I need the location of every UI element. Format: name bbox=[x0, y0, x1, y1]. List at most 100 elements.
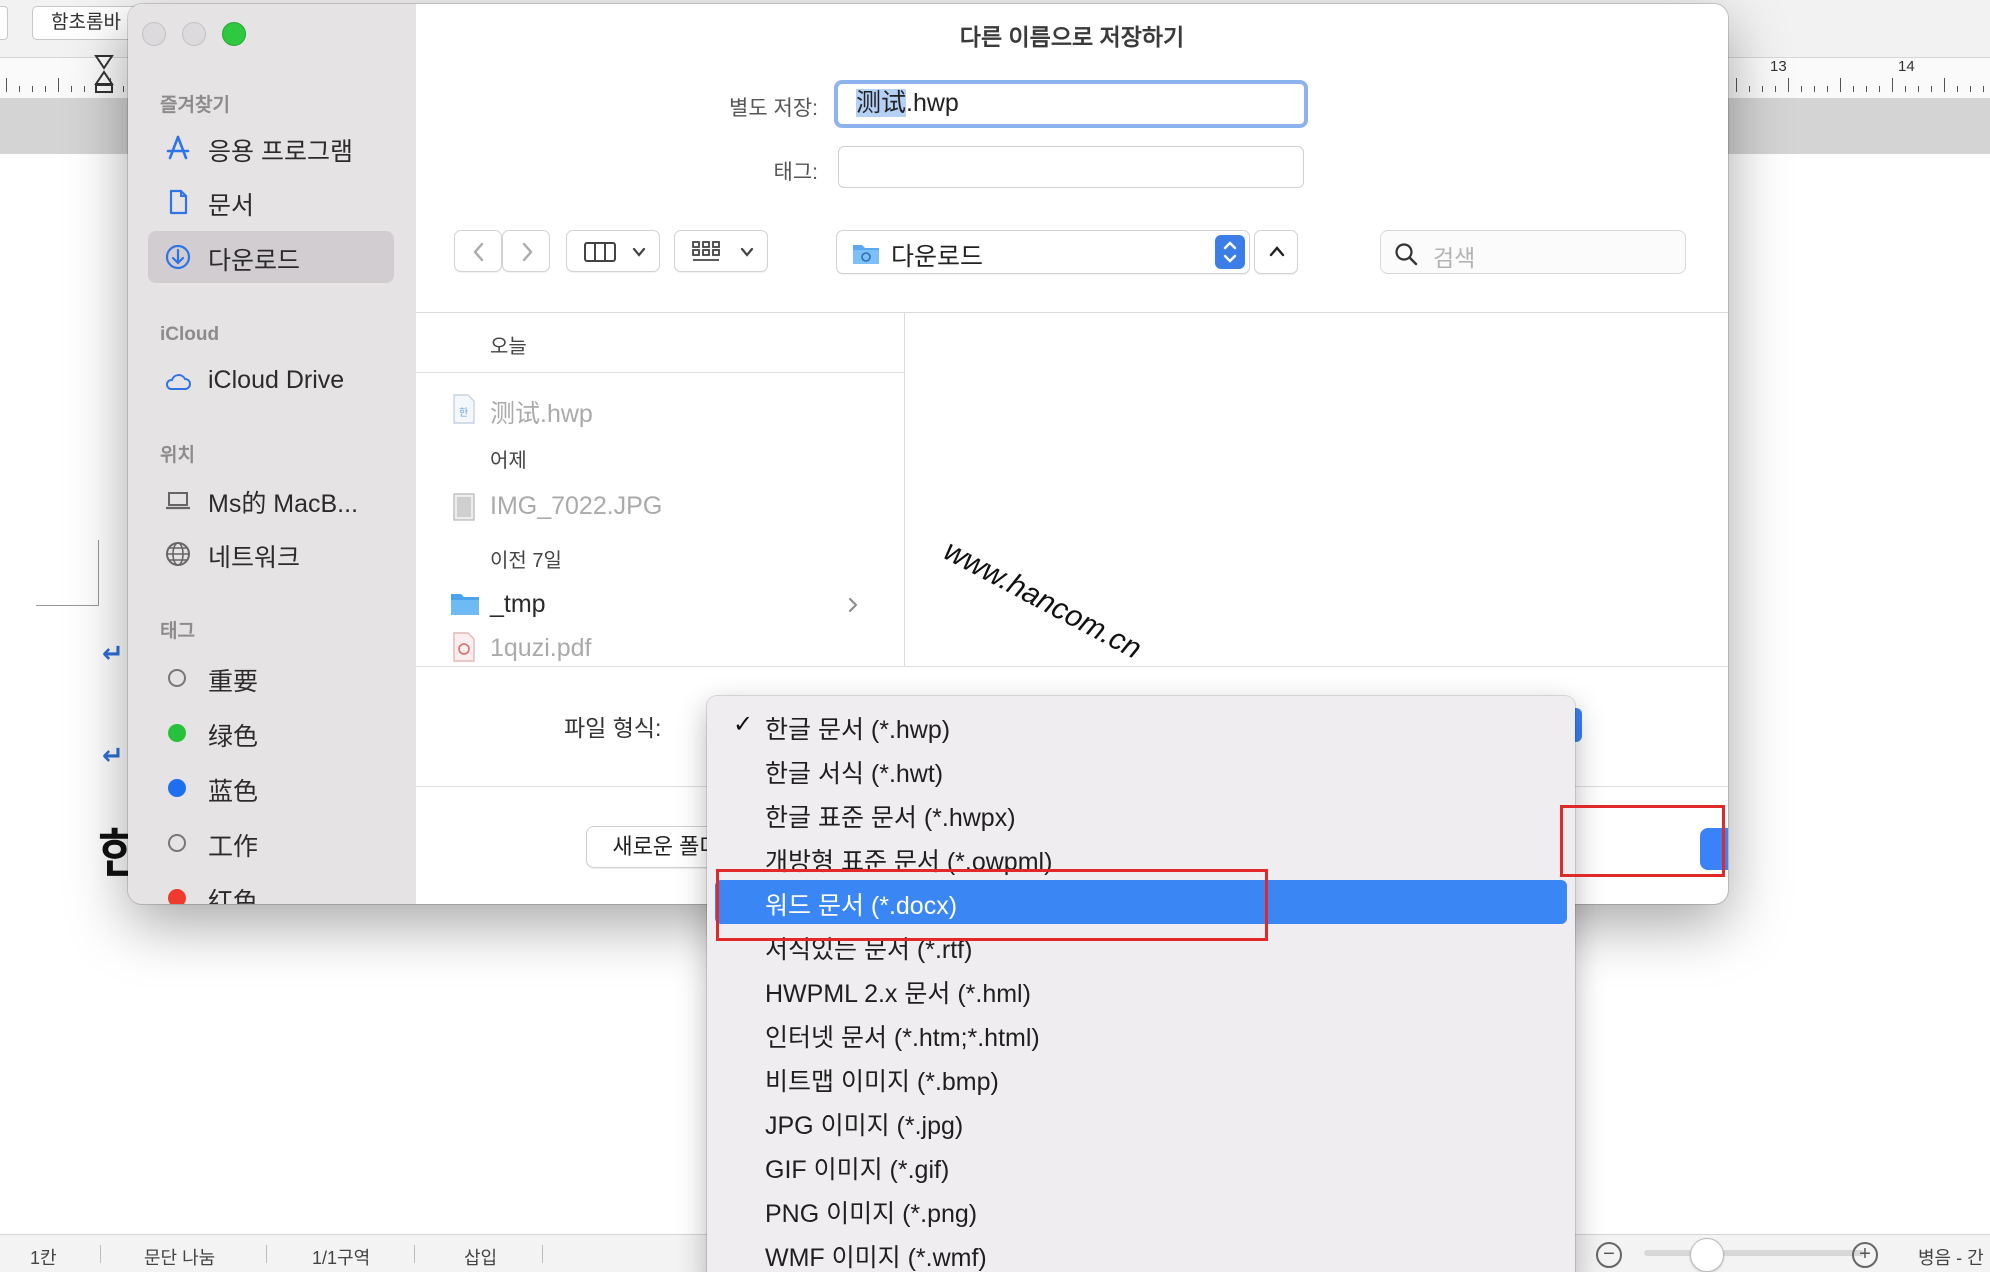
file-name: IMG_7022.JPG bbox=[490, 492, 663, 520]
format-option-label: 한글 표준 문서 (*.hwpx) bbox=[765, 804, 1016, 832]
ruler-tick bbox=[1905, 86, 1906, 92]
grid-icon bbox=[692, 241, 720, 261]
ruler-tick bbox=[1957, 86, 1958, 92]
sidebar-tag-blue[interactable]: 蓝色 bbox=[148, 762, 394, 814]
minimize-window-icon[interactable] bbox=[182, 22, 206, 46]
downloads-folder-icon bbox=[853, 245, 879, 264]
format-option[interactable]: PNG 이미지 (*.png) bbox=[715, 1188, 1567, 1232]
format-option-label: JPG 이미지 (*.jpg) bbox=[765, 1112, 964, 1140]
tags-input[interactable] bbox=[838, 146, 1304, 188]
ruler-tick bbox=[1749, 86, 1750, 92]
sidebar-item-downloads[interactable]: 다운로드 bbox=[148, 231, 394, 283]
close-window-icon[interactable] bbox=[142, 22, 166, 46]
search-field[interactable]: 검색 bbox=[1380, 230, 1686, 274]
ruler-tick bbox=[1736, 78, 1737, 92]
format-option-label: GIF 이미지 (*.gif) bbox=[765, 1156, 950, 1184]
format-option-label: 비트맵 이미지 (*.bmp) bbox=[765, 1068, 999, 1096]
ruler-tick bbox=[1944, 78, 1945, 92]
page-corner-mark bbox=[36, 605, 99, 606]
sidebar-item-documents[interactable]: 문서 bbox=[148, 176, 394, 228]
view-columns-button[interactable] bbox=[566, 230, 660, 272]
zoom-in-icon[interactable]: + bbox=[1852, 1242, 1878, 1268]
filename-extension: .hwp bbox=[906, 89, 959, 117]
location-stepper-icon bbox=[1215, 235, 1245, 269]
file-row[interactable]: 1quzi.pdf bbox=[416, 626, 904, 666]
folder-row[interactable]: _tmp bbox=[416, 582, 904, 628]
format-option-label: 인터넷 문서 (*.htm;*.html) bbox=[765, 1024, 1040, 1052]
sidebar-item-label: 蓝色 bbox=[208, 778, 259, 806]
chevron-down-icon bbox=[632, 247, 646, 257]
ruler-label-14: 14 bbox=[1898, 58, 1915, 75]
chevron-up-icon bbox=[1269, 246, 1285, 257]
font-name-box[interactable]: 함초롬바 bbox=[32, 6, 142, 40]
columns-icon bbox=[584, 242, 616, 262]
column-divider[interactable] bbox=[904, 312, 905, 666]
format-option[interactable]: 비트맵 이미지 (*.bmp) bbox=[715, 1056, 1567, 1100]
zoom-window-icon[interactable] bbox=[222, 22, 246, 46]
format-option[interactable]: WMF 이미지 (*.wmf) bbox=[715, 1232, 1567, 1272]
dialog-title: 다른 이름으로 저장하기 bbox=[959, 24, 1185, 50]
sidebar-item-icloud-drive[interactable]: iCloud Drive bbox=[148, 356, 394, 408]
format-option-label: WMF 이미지 (*.wmf) bbox=[765, 1244, 987, 1272]
zoom-slider[interactable] bbox=[1644, 1250, 1864, 1256]
sidebar-tag-green[interactable]: 绿色 bbox=[148, 707, 394, 759]
status-separator bbox=[100, 1245, 101, 1263]
ruler-tick bbox=[1762, 86, 1763, 92]
status-separator bbox=[266, 1245, 267, 1263]
location-popup[interactable]: 다운로드 bbox=[836, 230, 1250, 274]
collapse-button[interactable] bbox=[1254, 230, 1298, 274]
file-row[interactable]: IMG_7022.JPG bbox=[416, 484, 904, 530]
forward-button[interactable] bbox=[502, 230, 550, 272]
paragraph-mark-icon: ↵ bbox=[102, 638, 124, 668]
page-corner-mark bbox=[98, 540, 99, 606]
sidebar-tag-important[interactable]: 重要 bbox=[148, 652, 394, 704]
sidebar-header-tags: 태그 bbox=[160, 621, 195, 642]
sidebar-item-label: 工作 bbox=[208, 833, 259, 861]
sidebar-item-network[interactable]: 네트워크 bbox=[148, 528, 394, 580]
document-icon bbox=[169, 189, 188, 215]
format-option[interactable]: 한글 서식 (*.hwt) bbox=[715, 748, 1567, 792]
format-option[interactable]: ✓ 한글 문서 (*.hwp) bbox=[715, 704, 1567, 748]
sidebar-tag-work[interactable]: 工作 bbox=[148, 817, 394, 869]
ruler-tick bbox=[1892, 78, 1893, 92]
ruler-tick bbox=[1931, 86, 1932, 92]
sidebar-item-label: 다운로드 bbox=[208, 247, 301, 275]
input-method-label[interactable]: 병음 - 간 bbox=[1918, 1244, 1984, 1270]
back-button[interactable] bbox=[454, 230, 502, 272]
save-as-label: 별도 저장: bbox=[729, 97, 818, 120]
format-option[interactable]: GIF 이미지 (*.gif) bbox=[715, 1144, 1567, 1188]
chevron-down-icon bbox=[740, 247, 754, 257]
sidebar-item-label: Ms的 MacB... bbox=[208, 490, 359, 518]
ruler-tick bbox=[1983, 86, 1984, 92]
sidebar-tag-red[interactable]: 红色 bbox=[148, 872, 394, 904]
zoom-slider-thumb[interactable] bbox=[1690, 1238, 1724, 1272]
format-option[interactable]: JPG 이미지 (*.jpg) bbox=[715, 1100, 1567, 1144]
format-option-label: PNG 이미지 (*.png) bbox=[765, 1200, 978, 1228]
status-insert-mode[interactable]: 삽입 bbox=[464, 1244, 497, 1270]
zoom-out-icon[interactable]: − bbox=[1596, 1242, 1622, 1268]
ruler-label-13: 13 bbox=[1770, 58, 1787, 75]
sidebar-item-applications[interactable]: 응용 프로그램 bbox=[148, 122, 394, 174]
filename-input[interactable]: 测试.hwp bbox=[834, 80, 1308, 128]
indent-marker-icon[interactable] bbox=[94, 54, 114, 94]
format-option-label: HWPML 2.x 문서 (*.hml) bbox=[765, 980, 1031, 1008]
checkmark-icon: ✓ bbox=[733, 711, 754, 738]
format-option-label: 한글 문서 (*.hwp) bbox=[765, 716, 951, 744]
toolbar-stub-button[interactable] bbox=[0, 6, 8, 40]
format-option[interactable]: 한글 표준 문서 (*.hwpx) bbox=[715, 792, 1567, 836]
format-option[interactable]: 인터넷 문서 (*.htm;*.html) bbox=[715, 1012, 1567, 1056]
sidebar-item-label: 重要 bbox=[208, 668, 259, 696]
file-row[interactable]: 한 测试.hwp bbox=[416, 386, 904, 432]
format-option[interactable]: HWPML 2.x 문서 (*.hml) bbox=[715, 968, 1567, 1012]
ruler-tick bbox=[1866, 86, 1867, 92]
sidebar-item-macbook[interactable]: Ms的 MacB... bbox=[148, 474, 394, 526]
file-name: _tmp bbox=[490, 590, 546, 618]
chevron-right-icon bbox=[849, 598, 858, 612]
hwp-file-icon: 한 bbox=[453, 394, 475, 424]
ruler-tick bbox=[19, 86, 20, 92]
sidebar-header-locations: 위치 bbox=[160, 445, 195, 466]
tag-blue-dot-icon bbox=[168, 779, 186, 797]
group-by-button[interactable] bbox=[674, 230, 768, 272]
sidebar-item-label: 네트워크 bbox=[208, 544, 301, 572]
dialog-sidebar: 즐겨찾기 응용 프로그램 문서 다운로드 iCloud iCloud Drive… bbox=[128, 4, 416, 904]
